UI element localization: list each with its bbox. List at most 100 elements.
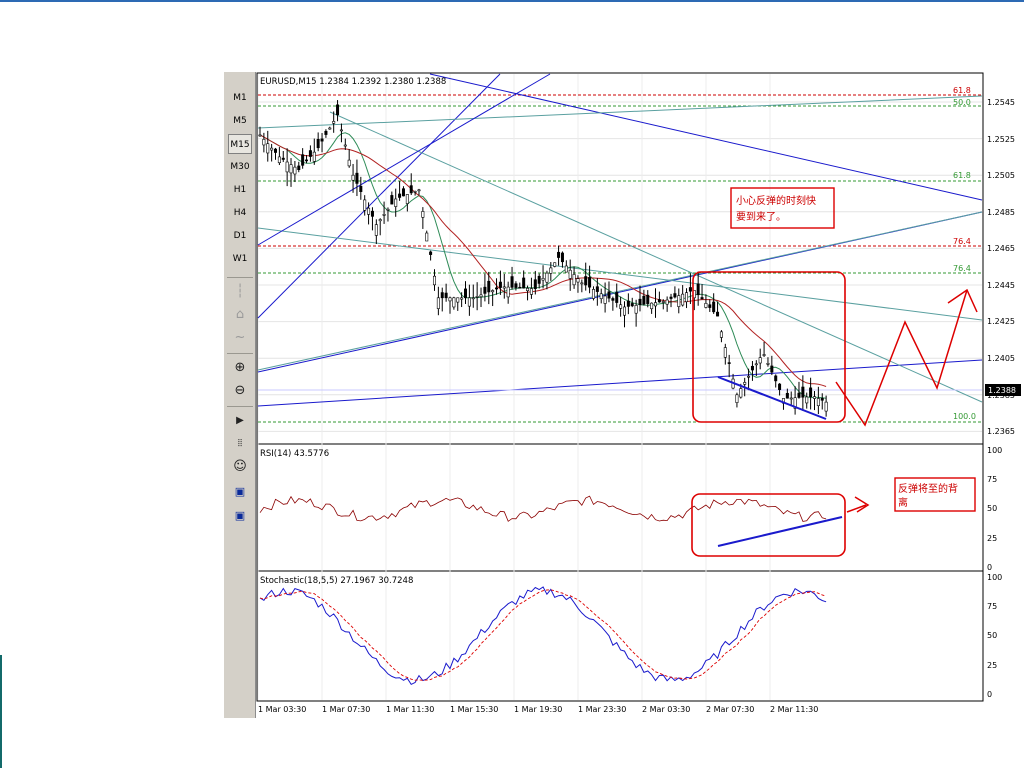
fibo-label: 100.0	[953, 412, 976, 421]
candle-body	[343, 144, 347, 147]
price-tick: 1.2425	[987, 317, 1015, 326]
candle-body	[657, 299, 661, 303]
stochastic-header: Stochastic(18,5,5) 27.1967 30.7248	[260, 576, 413, 586]
stoch-tick: 75	[987, 602, 997, 611]
fibo-label: 76.4	[953, 264, 971, 273]
candle-body	[409, 185, 413, 194]
candle-body	[355, 172, 359, 184]
candle-body	[258, 134, 262, 137]
candle-body	[312, 151, 316, 162]
candle-body	[452, 297, 456, 308]
note-main-line1: 小心反弹的时刻快	[736, 194, 816, 207]
candle-body	[440, 292, 444, 299]
candle-body	[549, 267, 553, 274]
candle-body	[471, 297, 475, 300]
candle-body	[754, 363, 758, 366]
candle-body	[584, 276, 588, 286]
candle-body	[293, 166, 297, 175]
stoch-tick: 100	[987, 573, 1002, 582]
candle-body	[557, 251, 561, 258]
candle-body	[328, 127, 332, 130]
price-tick: 1.2525	[987, 135, 1015, 144]
candle-body	[595, 286, 599, 292]
time-tick: 2 Mar 07:30	[706, 705, 754, 714]
fibo-label: 61.8	[953, 86, 971, 95]
candle-body	[673, 293, 677, 298]
chart-canvas[interactable]: EURUSD,M15 1.2384 1.2392 1.2380 1.2388 R…	[0, 0, 1024, 768]
candle-body	[812, 396, 816, 399]
rsi-header: RSI(14) 43.5776	[260, 449, 329, 459]
candle-body	[708, 304, 712, 308]
candle-body	[274, 148, 278, 153]
candle-body	[425, 232, 429, 242]
candle-body	[510, 276, 514, 288]
fibo-label: 61.8	[953, 171, 971, 180]
candle-body	[339, 129, 343, 132]
candle-body	[336, 104, 340, 116]
candle-body	[809, 387, 813, 398]
candle-body	[398, 193, 402, 198]
candle-body	[464, 288, 468, 299]
candle-body	[611, 298, 615, 301]
candle-body	[421, 211, 425, 218]
candle-body	[460, 297, 464, 300]
candle-body	[522, 277, 526, 289]
candle-body	[359, 185, 363, 192]
candle-body	[537, 275, 541, 284]
candle-body	[650, 302, 654, 310]
rsi-tick: 50	[987, 504, 997, 513]
time-tick: 1 Mar 07:30	[322, 705, 370, 714]
candle-body	[394, 198, 398, 207]
candle-body	[351, 174, 355, 181]
candle-body	[661, 301, 665, 303]
candle-body	[654, 302, 658, 307]
stoch-tick: 25	[987, 661, 997, 670]
candle-body	[367, 207, 371, 215]
candle-body	[281, 157, 285, 160]
candle-body	[347, 159, 351, 167]
candle-body	[413, 191, 417, 193]
candle-body	[568, 269, 572, 279]
candle-body	[289, 164, 293, 174]
candle-body	[774, 375, 778, 382]
price-header: EURUSD,M15 1.2384 1.2392 1.2380 1.2388	[260, 77, 446, 87]
time-tick: 2 Mar 11:30	[770, 705, 818, 714]
candle-body	[301, 154, 305, 166]
candle-body	[564, 265, 568, 273]
candle-body	[797, 392, 801, 398]
candle-body	[285, 161, 289, 173]
candle-body	[696, 283, 700, 296]
candle-body	[820, 398, 824, 401]
rsi-axis: 100 75 50 25 0	[987, 446, 1002, 572]
candle-body	[747, 375, 751, 378]
price-tick: 1.2445	[987, 281, 1015, 290]
candle-body	[374, 224, 378, 236]
candle-body	[405, 194, 409, 204]
price-tick: 1.2405	[987, 354, 1015, 363]
candle-body	[646, 294, 650, 304]
candle-body	[685, 292, 689, 303]
candle-body	[816, 398, 820, 407]
candle-body	[363, 199, 367, 211]
fibo-label: 76.4	[953, 237, 971, 246]
note-rsi-line2: 离	[898, 496, 908, 509]
candle-body	[514, 283, 518, 288]
candle-body	[785, 392, 789, 399]
candle-body	[432, 275, 436, 286]
fibo-label: 50.0	[953, 98, 971, 107]
candle-body	[634, 305, 638, 314]
candle-body	[332, 121, 336, 124]
candle-body	[758, 357, 762, 364]
time-tick: 1 Mar 03:30	[258, 705, 306, 714]
candle-body	[824, 401, 828, 412]
candle-body	[308, 150, 312, 157]
time-tick: 1 Mar 23:30	[578, 705, 626, 714]
rsi-tick: 100	[987, 446, 1002, 455]
stochastic-axis: 100 75 50 25 0	[987, 573, 1002, 699]
price-tick: 1.2545	[987, 98, 1015, 107]
rsi-tick: 0	[987, 563, 992, 572]
note-main-line2: 要到来了。	[736, 211, 786, 223]
stochastic-panel	[256, 570, 984, 702]
candle-body	[642, 295, 646, 305]
candle-body	[665, 299, 669, 305]
